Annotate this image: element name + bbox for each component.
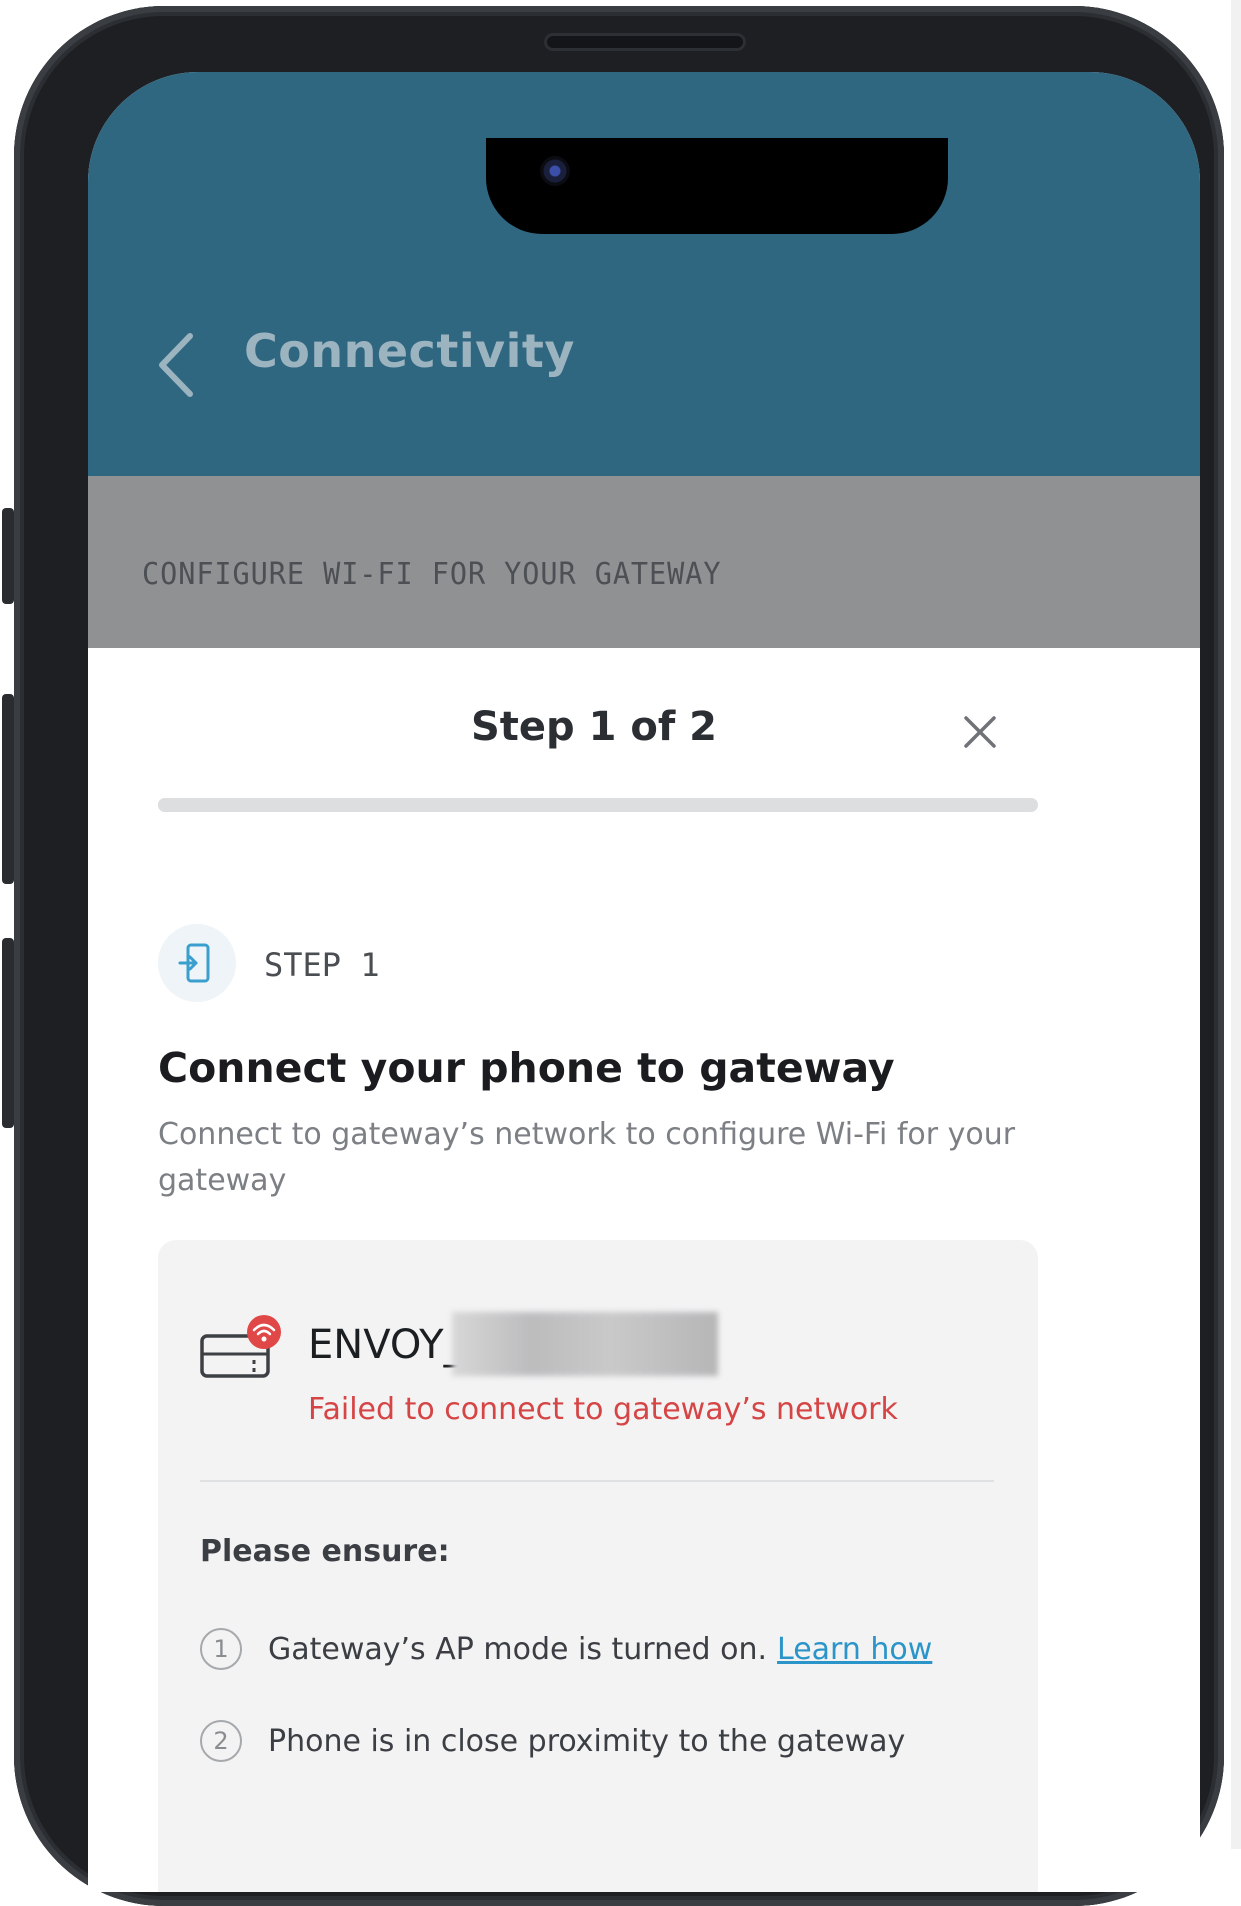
app-header: Connectivity bbox=[88, 72, 1200, 476]
step-heading: Connect your phone to gateway bbox=[158, 1044, 895, 1092]
step-label: STEP 1 bbox=[264, 946, 380, 984]
list-item-text: Gateway’s AP mode is turned on. bbox=[268, 1631, 768, 1667]
ensure-label: Please ensure: bbox=[200, 1534, 450, 1569]
sheet-title: Step 1 of 2 bbox=[470, 704, 717, 750]
page-edge bbox=[1231, 0, 1241, 1849]
speaker-grille bbox=[544, 33, 746, 51]
list-item: 2 Phone is in close proximity to the gat… bbox=[200, 1716, 905, 1766]
mute-switch bbox=[2, 508, 14, 604]
notch bbox=[486, 138, 948, 234]
front-camera bbox=[540, 156, 570, 186]
connection-error-message: Failed to connect to gateway’s network bbox=[308, 1392, 898, 1427]
step-sheet: Step 1 of 2 STEP 1 Connect your phone to… bbox=[88, 648, 1200, 1892]
number-badge: 2 bbox=[200, 1720, 242, 1762]
step-description: Connect to gateway’s network to configur… bbox=[158, 1117, 1016, 1198]
phone-frame: Connectivity CONFIGURE WI-FI FOR YOUR GA… bbox=[14, 6, 1224, 1906]
back-button[interactable] bbox=[152, 330, 202, 400]
redacted-network-id bbox=[452, 1312, 718, 1376]
learn-how-link[interactable]: Learn how bbox=[777, 1632, 932, 1667]
close-icon bbox=[964, 716, 996, 748]
progress-fill bbox=[158, 798, 598, 812]
list-item: 1 Gateway’s AP mode is turned on. Learn … bbox=[200, 1624, 932, 1674]
page-title: Connectivity bbox=[244, 324, 575, 378]
phone-connect-icon bbox=[178, 943, 210, 983]
close-button[interactable] bbox=[958, 710, 1002, 754]
network-status-card: ENVOY_ Failed to connect to gateway’s ne… bbox=[158, 1240, 1038, 1892]
network-name: ENVOY_ bbox=[308, 1322, 464, 1368]
step-icon-badge bbox=[158, 924, 236, 1002]
section-label: CONFIGURE WI-FI FOR YOUR GATEWAY bbox=[142, 557, 722, 592]
volume-up-button bbox=[2, 694, 14, 884]
gateway-wifi-error-icon bbox=[200, 1314, 284, 1384]
number-badge: 1 bbox=[200, 1628, 242, 1670]
list-item-text: Phone is in close proximity to the gatew… bbox=[268, 1723, 906, 1759]
phone-screen: Connectivity CONFIGURE WI-FI FOR YOUR GA… bbox=[88, 72, 1200, 1892]
chevron-left-icon bbox=[159, 333, 193, 397]
progress-bar bbox=[158, 798, 1038, 812]
volume-down-button bbox=[2, 938, 14, 1128]
divider bbox=[200, 1480, 994, 1482]
